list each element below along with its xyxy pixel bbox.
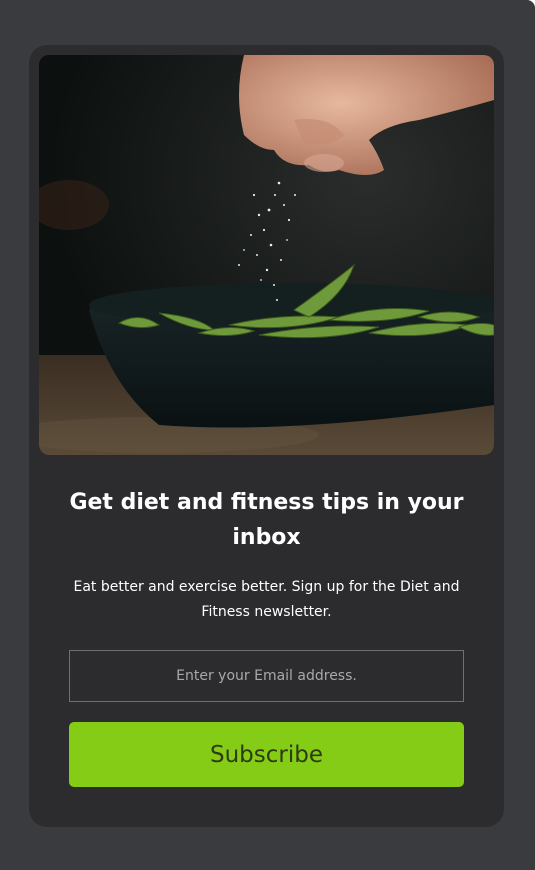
subscribe-button[interactable]: Subscribe [69, 722, 464, 787]
newsletter-card: Get diet and fitness tips in your inbox … [29, 45, 504, 827]
email-field[interactable] [69, 650, 464, 702]
newsletter-description: Eat better and exercise better. Sign up … [73, 579, 460, 620]
page-frame: Get diet and fitness tips in your inbox … [0, 0, 535, 870]
hero-image [39, 55, 494, 455]
newsletter-title: Get diet and fitness tips in your inbox [69, 490, 464, 550]
